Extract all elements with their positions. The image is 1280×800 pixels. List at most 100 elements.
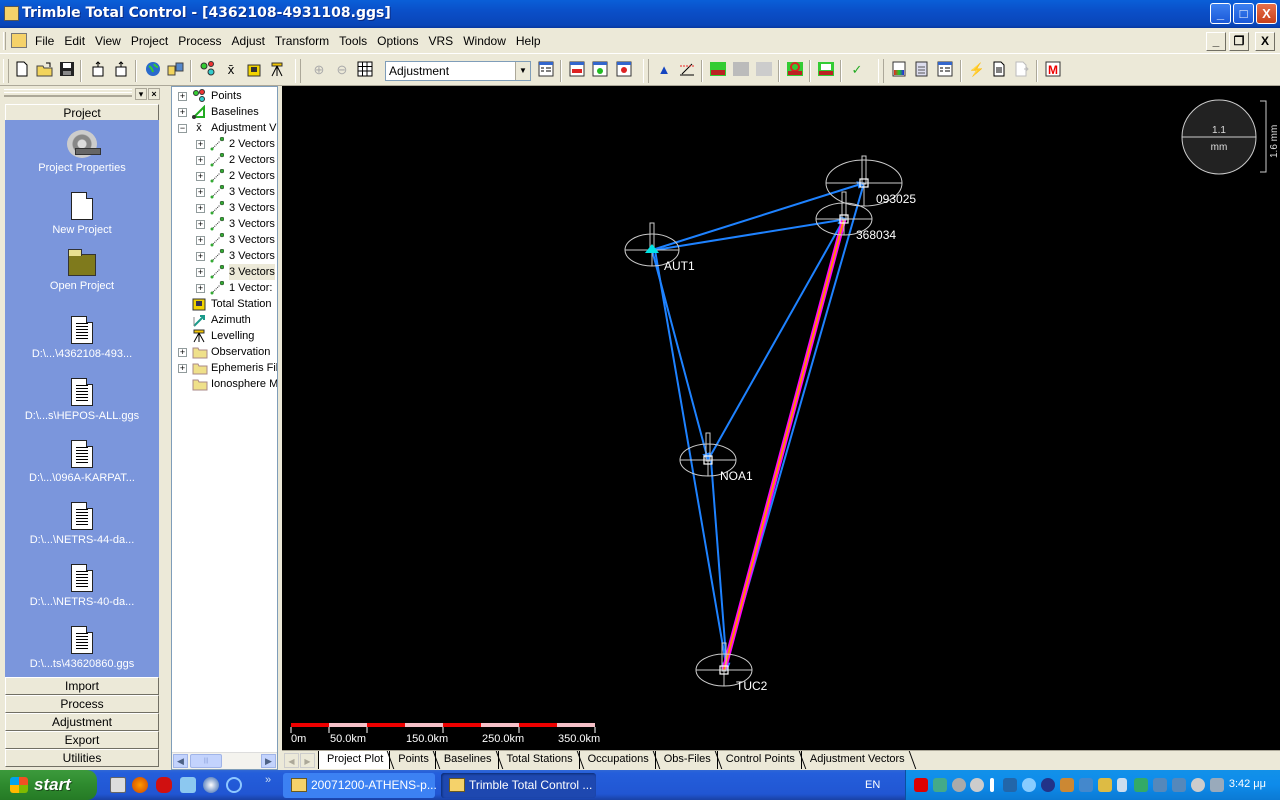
toolbar-grip[interactable] (3, 59, 9, 83)
panel-close-button[interactable]: × (148, 88, 160, 100)
expand-icon[interactable]: + (178, 364, 187, 373)
globe-icon[interactable] (144, 61, 162, 79)
wireless-icon[interactable] (1153, 778, 1167, 792)
shortcut-item[interactable]: D:\...\NETRS-40-da... (5, 564, 159, 608)
quicklaunch-overflow[interactable]: » (265, 774, 271, 786)
shortcut-item[interactable]: D:\...\4362108-493... (5, 316, 159, 360)
minimize-button[interactable]: _ (1210, 3, 1231, 24)
report-list-icon[interactable] (936, 61, 954, 79)
mdi-close-button[interactable]: X (1255, 32, 1275, 51)
shortcut-item[interactable]: Open Project (5, 249, 159, 292)
vector-line[interactable] (710, 459, 731, 671)
menu-view[interactable]: View (90, 34, 126, 48)
lan-disconnected-icon[interactable] (1172, 778, 1186, 792)
tree-node[interactable]: + Points (172, 88, 277, 104)
tree-child-node[interactable]: +2 Vectors (172, 136, 277, 152)
tab-points[interactable]: Points (389, 751, 435, 769)
tree-child-node[interactable]: +3 Vectors (172, 264, 277, 280)
hand-icon[interactable] (1098, 778, 1112, 792)
media-icon[interactable] (1041, 778, 1055, 792)
check-icon[interactable]: ✓ (848, 61, 866, 79)
document-icon[interactable] (990, 61, 1008, 79)
network-green-icon[interactable] (709, 61, 727, 79)
view-list-icon[interactable] (537, 61, 555, 79)
expand-icon[interactable]: + (196, 140, 205, 149)
monitor-icon[interactable] (1060, 778, 1074, 792)
stack-icon[interactable] (1117, 778, 1127, 792)
sync-icon[interactable] (970, 778, 984, 792)
shortcut-item[interactable]: D:\...s\HEPOS-ALL.ggs (5, 378, 159, 422)
network-gray2-icon[interactable] (755, 61, 773, 79)
project-plot[interactable]: AUT1 093025 368034 NOA1 TUC2 1.1 mm 1.6 mm 0m 50.… (282, 86, 1280, 750)
tree-child-node[interactable]: +3 Vectors (172, 216, 277, 232)
menu-options[interactable]: Options (372, 34, 423, 48)
expand-icon[interactable]: + (196, 236, 205, 245)
shortcut-item[interactable]: D:\...ts\43620860.ggs (5, 626, 159, 670)
opera-icon[interactable] (156, 777, 172, 793)
expand-icon[interactable]: + (196, 188, 205, 197)
expand-icon[interactable]: + (196, 156, 205, 165)
menu-transform[interactable]: Transform (270, 34, 334, 48)
network-fix-icon[interactable] (786, 61, 804, 79)
tree-node[interactable]: Ionosphere M (172, 376, 277, 392)
tree-node[interactable]: + Baselines (172, 104, 277, 120)
expand-icon[interactable]: + (196, 284, 205, 293)
group-adjustment[interactable]: Adjustment (5, 713, 159, 731)
start-button[interactable]: start (0, 770, 97, 800)
group-utilities[interactable]: Utilities (5, 749, 159, 767)
toolbar-grip[interactable] (878, 59, 884, 83)
maximize-button[interactable]: □ (1233, 3, 1254, 24)
cd-icon[interactable] (1022, 778, 1036, 792)
tree-child-node[interactable]: +3 Vectors (172, 248, 277, 264)
window-green-icon[interactable] (591, 61, 609, 79)
quicktime-icon[interactable] (226, 777, 242, 793)
vpn-icon[interactable] (1003, 778, 1017, 792)
import-icon[interactable] (89, 61, 107, 79)
tree-child-node[interactable]: +2 Vectors (172, 152, 277, 168)
triangle-icon[interactable]: ▲ (655, 61, 673, 79)
chevron-down-icon[interactable]: ▼ (515, 62, 530, 80)
document-export-icon[interactable] (1013, 61, 1031, 79)
zoom-out-icon[interactable]: ⊖ (333, 61, 351, 79)
expand-icon[interactable]: + (178, 108, 187, 117)
menu-project[interactable]: Project (126, 34, 173, 48)
points-icon[interactable] (199, 61, 217, 79)
adjust-icon[interactable]: x̄ (222, 61, 240, 79)
shortcut-item[interactable]: Project Properties (5, 130, 159, 174)
lan-icon[interactable] (1079, 778, 1093, 792)
ati-icon[interactable] (914, 778, 928, 792)
tree-node[interactable]: Total Station (172, 296, 277, 312)
menu-process[interactable]: Process (173, 34, 226, 48)
tree-child-node[interactable]: +3 Vectors (172, 200, 277, 216)
panel-menu-button[interactable]: ▾ (135, 88, 147, 100)
menu-edit[interactable]: Edit (59, 34, 90, 48)
menu-vrs[interactable]: VRS (424, 34, 459, 48)
tree-horizontal-scrollbar[interactable]: ◀ ||| ▶ (172, 752, 277, 769)
menubar-grip[interactable] (3, 32, 6, 50)
email-icon[interactable] (180, 777, 196, 793)
mdi-restore-button[interactable]: ❐ (1229, 32, 1249, 51)
tab-scroll-left[interactable]: ◀ (284, 753, 299, 768)
tab-project-plot[interactable]: Project Plot (318, 751, 390, 769)
tab-obs-files[interactable]: Obs-Files (654, 751, 717, 769)
webcam-icon[interactable] (952, 778, 966, 792)
tree-child-node[interactable]: +3 Vectors (172, 232, 277, 248)
info-icon[interactable] (990, 778, 994, 792)
document-icon[interactable] (11, 33, 27, 48)
close-button[interactable]: X (1256, 3, 1277, 24)
earth-icon[interactable] (203, 777, 219, 793)
lightning-icon[interactable]: ⚡ (968, 61, 986, 79)
view-select[interactable]: Adjustment ▼ (385, 61, 531, 81)
scroll-right-button[interactable]: ▶ (261, 754, 276, 768)
tree-node[interactable]: Azimuth (172, 312, 277, 328)
vector-line[interactable] (707, 218, 845, 461)
tree-child-node[interactable]: +1 Vector: (172, 280, 277, 296)
clock[interactable]: 3:42 μμ (1229, 778, 1266, 790)
folder-tree-icon[interactable] (167, 61, 185, 79)
collapse-icon[interactable]: − (178, 124, 187, 133)
levelling-icon[interactable] (268, 61, 286, 79)
shortcut-item[interactable]: New Project (5, 192, 159, 236)
menu-tools[interactable]: Tools (334, 34, 372, 48)
expand-icon[interactable]: + (196, 268, 205, 277)
save-icon[interactable] (58, 61, 76, 79)
